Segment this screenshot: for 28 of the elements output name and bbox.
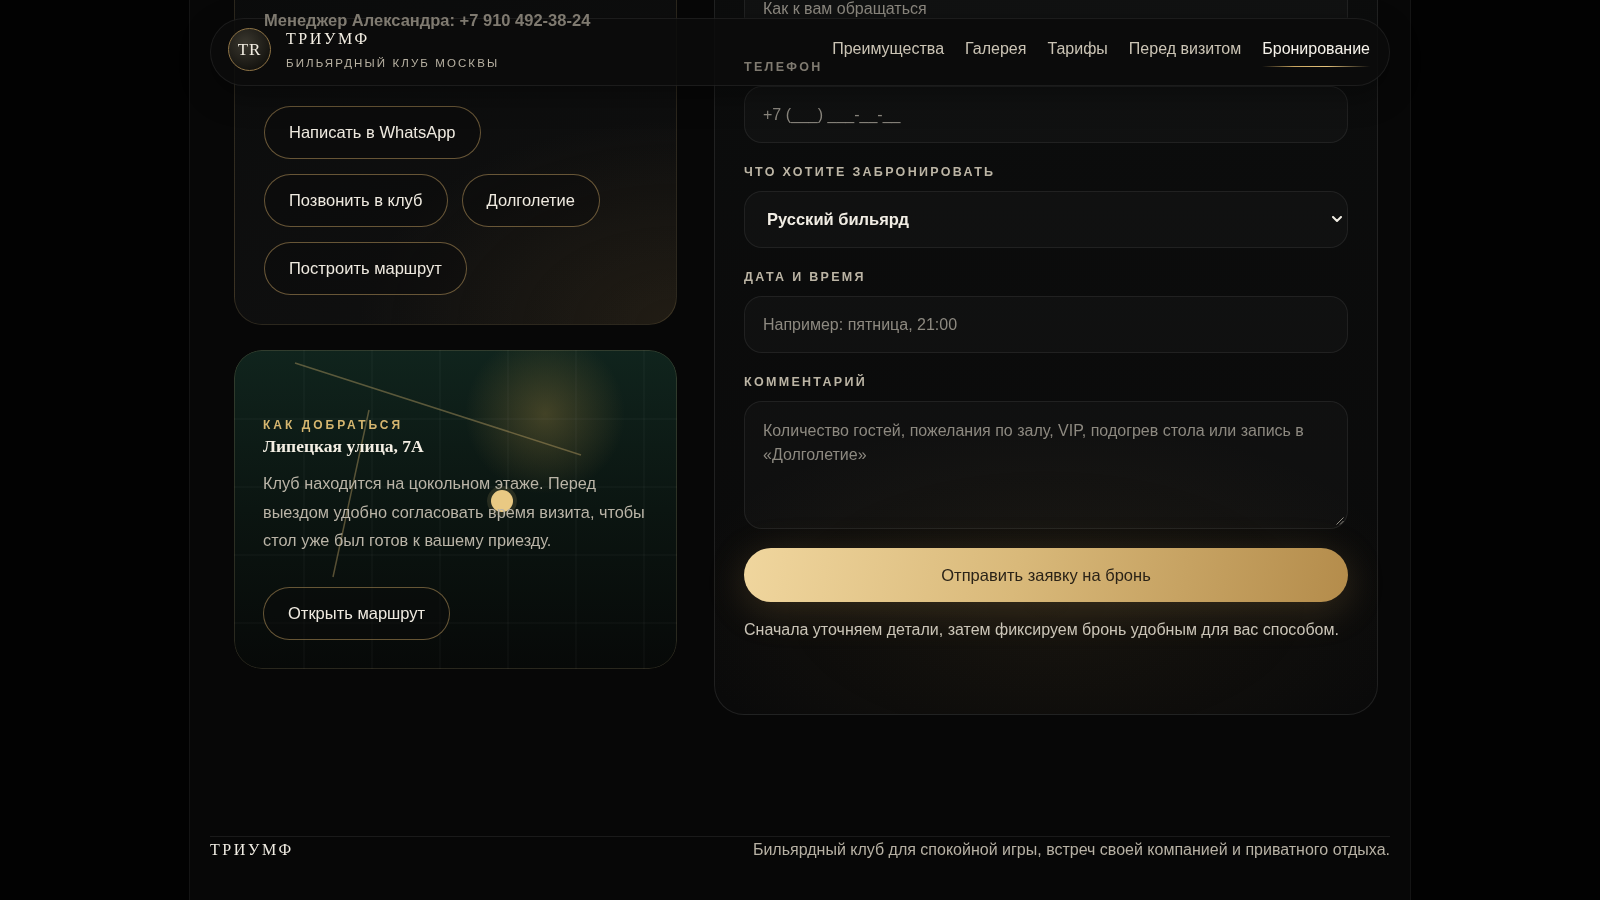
contact-button[interactable]: Позвонить в клуб	[264, 173, 448, 227]
route-button[interactable]: Открыть маршрут	[263, 586, 451, 640]
field-label: ДАТА И ВРЕМЯ	[744, 269, 866, 286]
address-title: Липецкая улица, 7А	[263, 435, 424, 458]
field-label: ЧТО ХОТИТЕ ЗАБРОНИРОВАТЬ	[744, 164, 996, 181]
chevron-down-icon	[1332, 216, 1342, 223]
nav-link[interactable]: Тарифы	[1047, 39, 1108, 67]
brand-name: ТРИУМФ	[286, 30, 371, 48]
contact-button[interactable]: Долголетие	[461, 173, 600, 227]
footer-tagline: Бильярдный клуб для спокойной игры, встреч своей компанией и приватного отдыха.	[752, 840, 1390, 860]
logo-monogram[interactable]: TR	[228, 28, 271, 71]
footer-brand: ТРИУМФ	[210, 840, 294, 860]
nav-link[interactable]: Перед визитом	[1128, 39, 1242, 67]
nav-link[interactable]: Галерея	[965, 39, 1027, 67]
field-label: ТЕЛЕФОН	[744, 59, 823, 76]
nav-link[interactable]: Бронирование	[1262, 39, 1370, 67]
submit-button[interactable]: Отправить заявку на бронь	[744, 548, 1348, 602]
contact-button[interactable]: Написать в WhatsApp	[264, 105, 481, 159]
manager-phone-text: Менеджер Александра: +7 910 492-38-24	[264, 10, 591, 29]
brand-tagline: БИЛЬЯРДНЫЙ КЛУБ МОСКВЫ	[286, 56, 500, 71]
select-field[interactable]: Русский бильярд	[744, 191, 1348, 248]
location-description: Клуб находится на цокольном этаже. Перед выездом удобно согласовать время визита, чтобы стол уже был готов к вашему приезду.	[263, 473, 646, 551]
section-eyebrow: КАК ДОБРАТЬСЯ	[263, 417, 404, 434]
contact-button[interactable]: Построить маршрут	[264, 241, 467, 295]
form-note: Сначала уточняем детали, затем фиксируем бронь удобным для вас способом.	[744, 620, 1340, 640]
nav-link[interactable]: Преимущества	[832, 39, 945, 67]
resize-handle-icon[interactable]	[1336, 517, 1344, 525]
field-label: КОММЕНТАРИЙ	[744, 373, 868, 391]
